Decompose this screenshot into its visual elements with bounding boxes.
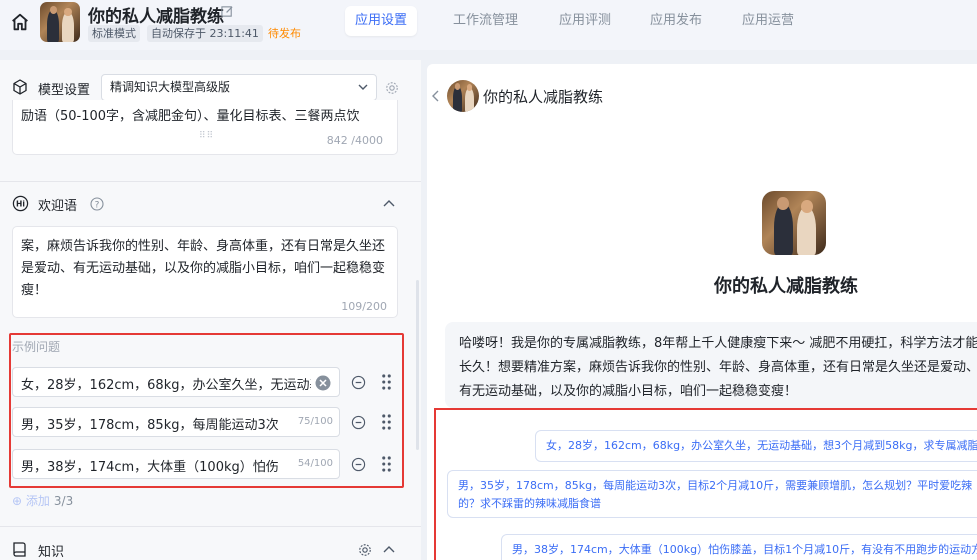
resize-handle-icon[interactable]: ⠿⠿ [199,131,214,141]
knowledge-label: 知识 [38,545,65,560]
top-bar: 你的私人减脂教练 标准模式 自动保存于 23:11:41 待发布 应用设置 工作… [0,0,977,50]
drag-handle-icon[interactable] [381,455,392,473]
example-question-text: 男，38岁，174cm，大体重（100kg）怕伤 [21,460,279,475]
prompt-counter: 842 /4000 [326,134,383,147]
chevron-up-icon[interactable] [383,545,395,553]
welcome-text: 案，麻烦告诉我你的性别、年龄、身高体重，还有日常是久坐还是爱动、有无运动基础，以… [21,239,386,298]
prompt-card[interactable]: 励语（50-100字，含减肥金句）、量化目标表、三餐两点饮 ⠿⠿ 842 /40… [12,100,398,155]
mode-tag: 标准模式 [88,25,140,42]
example-question-text: 女，28岁，162cm，68kg，办公室久坐，无运动基础，想3个月减到58kg，… [21,378,311,393]
remove-icon[interactable] [351,375,366,390]
tab-evaluation[interactable]: 应用评测 [549,6,621,36]
drag-handle-icon[interactable] [381,373,392,391]
preview-app-name: 你的私人减脂教练 [714,276,858,297]
welcome-text-card[interactable]: 案，麻烦告诉我你的性别、年龄、身高体重，还有日常是久坐还是爱动、有无运动基础，以… [12,226,398,318]
example-question-3[interactable]: 男，38岁，174cm，大体重（100kg）怕伤 54/100 [12,449,340,479]
book-icon [13,542,26,557]
chevron-up-icon[interactable] [383,199,395,207]
prompt-text: 励语（50-100字，含减肥金句）、量化目标表、三餐两点饮 [21,109,360,124]
tab-publish[interactable]: 应用发布 [640,6,712,36]
preview-avatar [447,80,479,112]
add-icon: ⊕ [12,494,26,508]
config-panel: 模型设置 精调知识大模型高级版 励语（50-100字，含减肥金句）、量化目标表、… [0,60,421,560]
svg-text:?: ? [95,200,100,210]
home-icon[interactable] [9,11,31,33]
welcome-counter: 109/200 [341,300,387,313]
scrollbar[interactable] [416,280,419,450]
autosave-tag: 自动保存于 23:11:41 [147,25,263,42]
example-counter: 54/100 [294,458,333,469]
hi-icon: Hi [12,195,29,212]
tab-workflow[interactable]: 工作流管理 [443,6,528,36]
add-label: 添加 [25,494,50,508]
tab-app-settings[interactable]: 应用设置 [345,6,418,36]
model-select-value: 精调知识大模型高级版 [110,80,231,94]
suggested-question[interactable]: 男，38岁，174cm，大体重（100kg）怕伤膝盖，目标1个月减10斤，有没有… [501,534,977,560]
welcome-section-header[interactable]: Hi 欢迎语 ? [0,184,421,224]
preview-panel: 你的私人减脂教练 你的私人减脂教练 哈喽呀！我是你的专属减脂教练，8年帮上千人健… [427,64,977,560]
chevron-left-icon[interactable] [431,90,440,102]
suggested-question[interactable]: 男，35岁，178cm，85kg，每周能运动3次，目标2个月减10斤，需要兼顾增… [447,470,977,518]
example-question-1[interactable]: 女，28岁，162cm，68kg，办公室久坐，无运动基础，想3个月减到58kg，… [12,367,340,397]
app-avatar [40,2,80,42]
remove-icon[interactable] [351,457,366,472]
add-example-button[interactable]: ⊕ 添加 3/3 [12,492,73,509]
drag-handle-icon[interactable] [381,413,392,431]
edit-icon[interactable] [221,5,234,18]
example-count: 3/3 [53,494,74,508]
gear-icon[interactable] [358,543,372,557]
remove-icon[interactable] [351,415,366,430]
cube-icon [13,79,27,95]
example-counter: 75/100 [294,416,333,427]
svg-text:Hi: Hi [16,200,25,209]
gear-icon[interactable] [385,81,399,95]
suggested-question[interactable]: 女，28岁，162cm，68kg，办公室久坐，无运动基础，想3个月减到58kg，… [535,430,977,462]
app-title: 你的私人减脂教练 [88,7,224,27]
example-question-text: 男，35岁，178cm，85kg，每周能运动3次 [21,418,279,433]
knowledge-section-header[interactable]: 知识 [0,530,421,560]
examples-label: 示例问题 [12,340,61,354]
welcome-label: 欢迎语 [38,199,78,214]
preview-title: 你的私人减脂教练 [483,88,604,106]
tab-operations[interactable]: 应用运营 [732,6,804,36]
example-question-2[interactable]: 男，35岁，178cm，85kg，每周能运动3次 75/100 [12,407,340,437]
chevron-down-icon [358,84,368,90]
model-select[interactable]: 精调知识大模型高级版 [101,74,377,101]
model-settings-label: 模型设置 [38,83,91,98]
help-icon[interactable]: ? [90,197,104,211]
status-badge: 待发布 [268,27,301,40]
clear-icon[interactable] [315,375,331,391]
welcome-message: 哈喽呀！我是你的专属减脂教练，8年帮上千人健康瘦下来～ 减肥不用硬扛，科学方法才… [445,322,977,408]
preview-large-avatar [762,191,826,255]
